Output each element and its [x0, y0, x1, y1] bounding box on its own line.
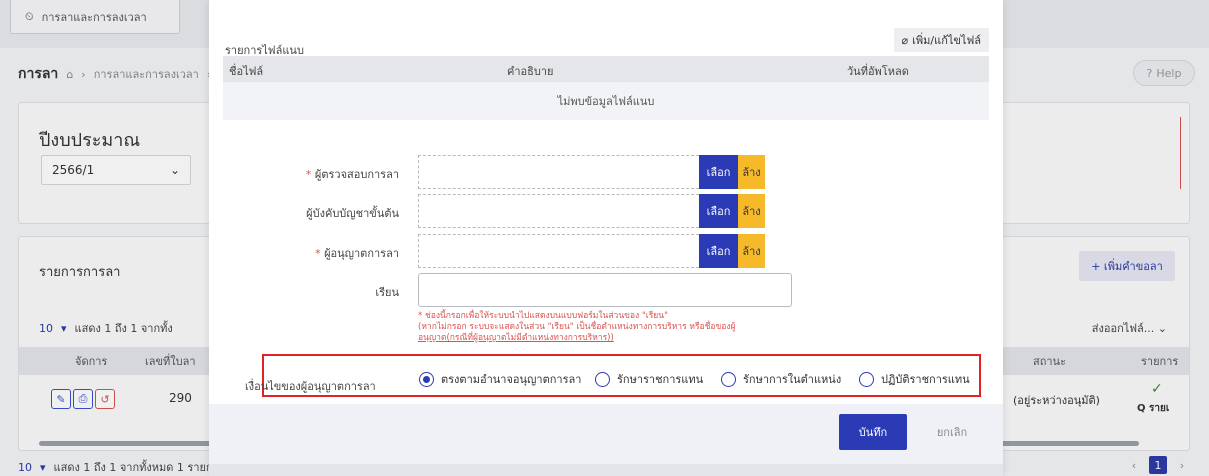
- col-description: คำอธิบาย: [507, 65, 554, 78]
- inspector-select-button[interactable]: เลือก: [699, 155, 738, 189]
- supervisor-select-button[interactable]: เลือก: [699, 194, 738, 228]
- supervisor-field[interactable]: [418, 194, 699, 228]
- radio-option-authority[interactable]: ตรงตามอำนาจอนุญาตการลา: [419, 370, 581, 388]
- approver-clear-button[interactable]: ล้าง: [738, 234, 765, 268]
- radio-option-on-behalf[interactable]: ปฏิบัติราชการแทน: [859, 370, 970, 388]
- col-file-name: ชื่อไฟล์: [229, 65, 264, 78]
- modal-bottom-strip: [209, 464, 1003, 476]
- rian-label: เรียน: [375, 286, 399, 299]
- approver-row: * ผู้อนุญาตการลา เลือก ล้าง: [209, 234, 1003, 268]
- radio-icon[interactable]: [721, 371, 736, 387]
- supervisor-label: ผู้บังคับบัญชาขั้นต้น: [306, 207, 399, 220]
- supervisor-row: ผู้บังคับบัญชาขั้นต้น เลือก ล้าง: [209, 194, 1003, 228]
- rian-input[interactable]: [418, 273, 792, 307]
- file-table-empty: ไม่พบข้อมูลไฟล์แนบ: [223, 82, 989, 120]
- leave-request-modal: รายการไฟล์แนบ ⌀ เพิ่ม/แก้ไขไฟล์ ชื่อไฟล์…: [209, 0, 1003, 476]
- approver-label: * ผู้อนุญาตการลา: [315, 247, 399, 260]
- edit-file-button[interactable]: ⌀ เพิ่ม/แก้ไขไฟล์: [893, 28, 989, 52]
- rian-note: * ช่องนี้กรอกเพื่อให้ระบบนำไปแสดงบนแบบฟอ…: [418, 311, 736, 343]
- radio-icon[interactable]: [859, 371, 874, 387]
- radio-option-acting-position[interactable]: รักษาการในตำแหน่ง: [721, 370, 841, 388]
- radio-icon[interactable]: [595, 371, 610, 387]
- radio-option-acting[interactable]: รักษาราชการแทน: [595, 370, 703, 388]
- col-upload-date: วันที่อัพโหลด: [847, 65, 909, 78]
- rian-row: เรียน: [209, 273, 1003, 307]
- approver-condition-label: เงื่อนไขของผู้อนุญาตการลา: [245, 380, 376, 393]
- inspector-row: * ผู้ตรวจสอบการลา เลือก ล้าง: [209, 155, 1003, 189]
- approver-select-button[interactable]: เลือก: [699, 234, 738, 268]
- supervisor-clear-button[interactable]: ล้าง: [738, 194, 765, 228]
- inspector-clear-button[interactable]: ล้าง: [738, 155, 765, 189]
- paperclip-icon: ⌀: [901, 33, 909, 47]
- inspector-field[interactable]: [418, 155, 699, 189]
- cancel-button[interactable]: ยกเลิก: [922, 414, 982, 450]
- save-button[interactable]: บันทึก: [839, 414, 907, 450]
- inspector-label: * ผู้ตรวจสอบการลา: [305, 168, 399, 181]
- file-table-header: ชื่อไฟล์ คำอธิบาย วันที่อัพโหลด: [223, 56, 989, 82]
- radio-selected-icon[interactable]: [419, 371, 434, 387]
- approver-field[interactable]: [418, 234, 699, 268]
